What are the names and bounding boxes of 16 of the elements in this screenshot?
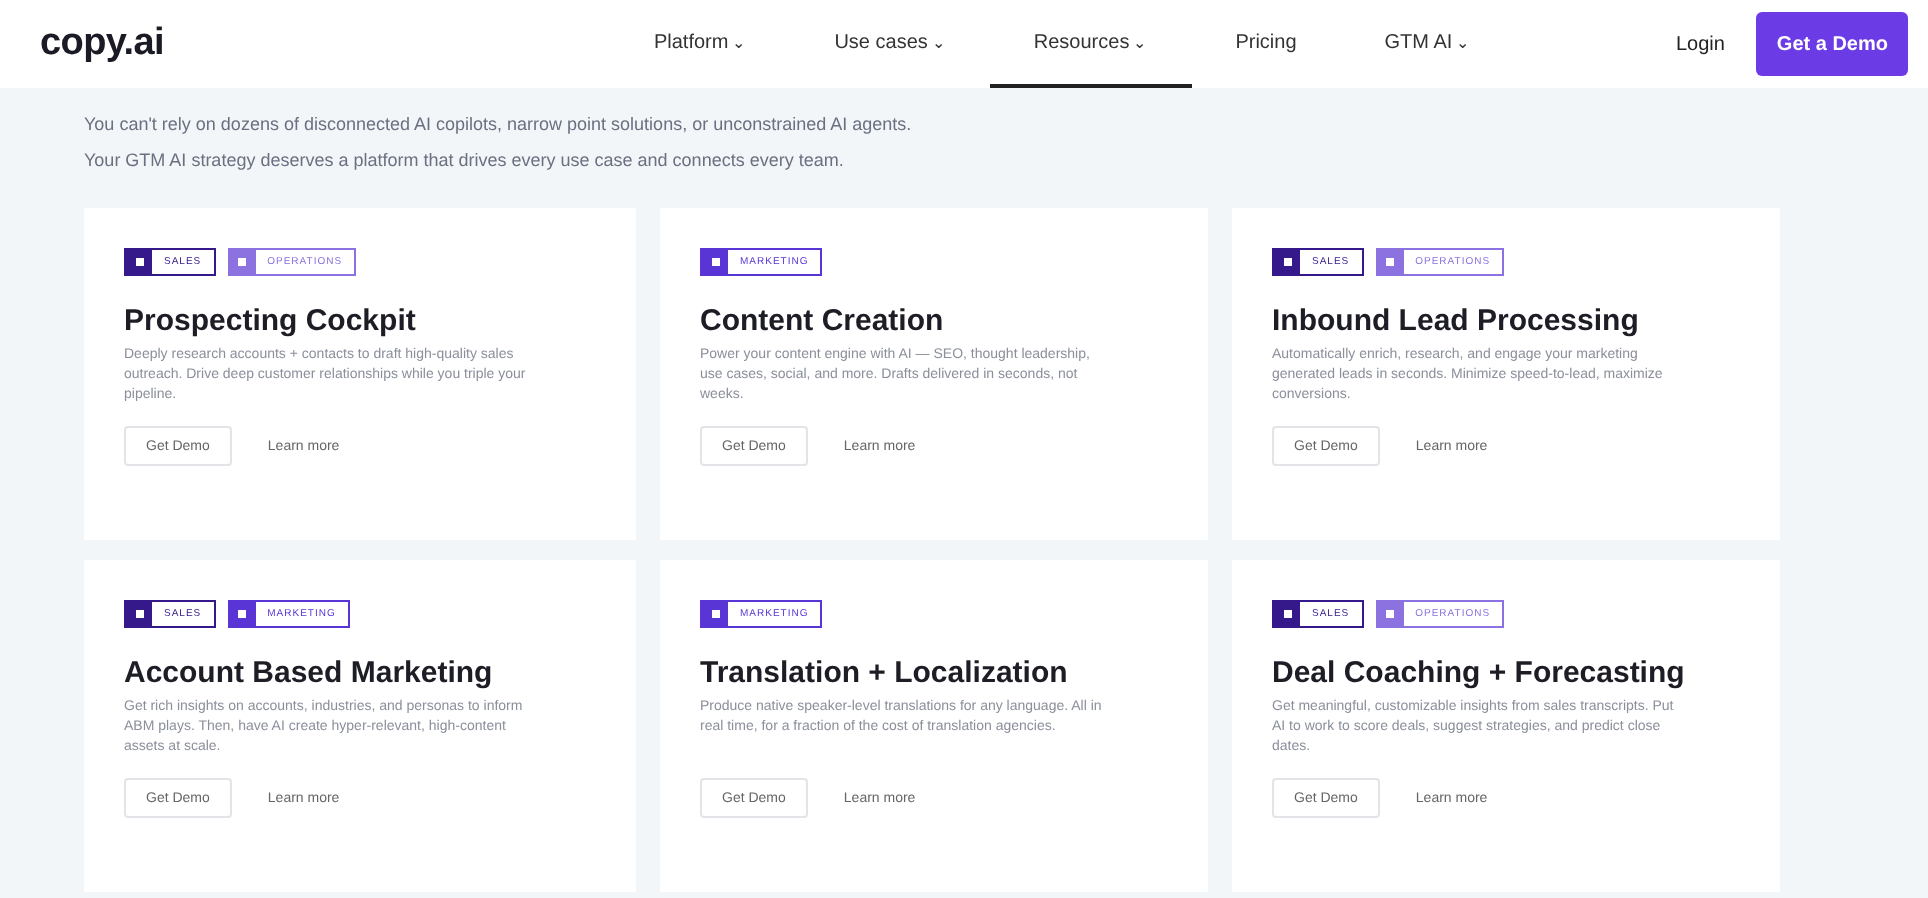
card-title: Prospecting Cockpit bbox=[124, 304, 418, 338]
nav-link[interactable]: Use cases ⌄ bbox=[790, 0, 990, 88]
card-title: Deal Coaching + Forecasting bbox=[1272, 656, 1687, 690]
card-title: Translation + Localization bbox=[700, 656, 1070, 690]
demo-button[interactable]: Get a Demo bbox=[1756, 12, 1908, 76]
logo[interactable]: copy.ai bbox=[40, 22, 164, 66]
card-title: Content Creation bbox=[700, 304, 946, 338]
login-link[interactable]: Login bbox=[1675, 33, 1725, 55]
nav-link[interactable]: GTM AI ⌄ bbox=[1340, 0, 1515, 88]
nav-link[interactable]: Resources ⌄ bbox=[989, 0, 1192, 88]
intro-text: You can't rely on dozens of disconnected AI copilots, narrow point solutions, or unconstrained AI agents. bbox=[84, 112, 914, 136]
intro-text: Your GTM AI strategy deserves a platform that drives every use case and connects every team. bbox=[84, 148, 846, 172]
nav-link[interactable]: Pricing bbox=[1191, 0, 1341, 88]
nav-link[interactable]: Platform ⌄ bbox=[609, 0, 791, 88]
card-title: Inbound Lead Processing bbox=[1272, 304, 1641, 338]
card-title: Account Based Marketing bbox=[124, 656, 495, 690]
